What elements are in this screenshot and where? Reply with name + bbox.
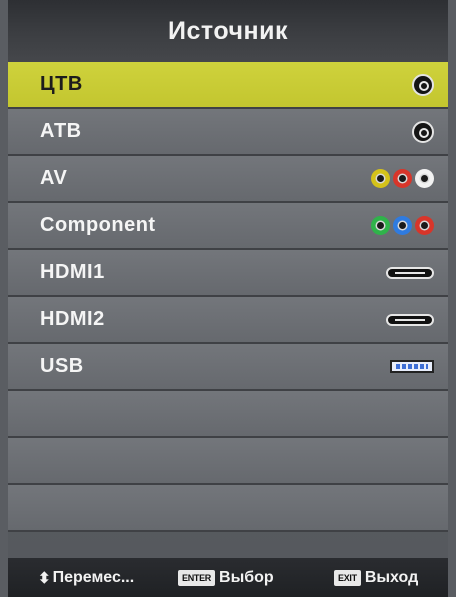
source-item-atv[interactable]: АТВ [8, 109, 448, 156]
source-item-usb[interactable]: USB [8, 344, 448, 391]
source-label: HDMI2 [40, 308, 105, 330]
source-menu: Источник ЦТВ АТВ AV Component HDMI1 HDMI… [8, 0, 448, 597]
exit-key-icon: EXIT [334, 569, 361, 586]
antenna-icon [412, 73, 434, 96]
menu-title-bar: Источник [8, 0, 448, 62]
empty-row [8, 438, 448, 485]
source-item-component[interactable]: Component [8, 203, 448, 250]
empty-row [8, 391, 448, 438]
source-item-dtv[interactable]: ЦТВ [8, 62, 448, 109]
menu-title: Источник [168, 16, 288, 45]
source-label: АТВ [40, 120, 82, 142]
source-label: Component [40, 214, 156, 236]
footer-hints: ⬍ Перемес... ENTER Выбор EXIT Выход [8, 558, 448, 597]
component-jacks-icon [368, 203, 434, 248]
source-item-hdmi1[interactable]: HDMI1 [8, 250, 448, 297]
hint-exit-label: Выход [364, 568, 419, 586]
source-label: USB [40, 355, 84, 377]
source-label: AV [40, 167, 68, 189]
hdmi-port-icon [386, 266, 434, 279]
source-item-av[interactable]: AV [8, 156, 448, 203]
hint-select-label: Выбор [219, 568, 274, 586]
hint-exit: EXIT Выход [334, 569, 418, 587]
up-down-arrows-icon: ⬍ [38, 569, 51, 587]
usb-port-icon [390, 360, 434, 373]
source-list: ЦТВ АТВ AV Component HDMI1 HDMI2 USB [8, 62, 448, 532]
av-jacks-icon [368, 156, 434, 201]
source-label: ЦТВ [40, 73, 83, 95]
source-label: HDMI1 [40, 261, 105, 283]
hdmi-port-icon [386, 313, 434, 326]
empty-row [8, 485, 448, 532]
antenna-icon [412, 120, 434, 143]
source-item-hdmi2[interactable]: HDMI2 [8, 297, 448, 344]
enter-key-icon: ENTER [178, 569, 216, 586]
hint-move: ⬍ Перемес... [38, 569, 134, 587]
hint-move-label: Перемес... [52, 568, 135, 586]
hint-select: ENTER Выбор [178, 569, 274, 587]
